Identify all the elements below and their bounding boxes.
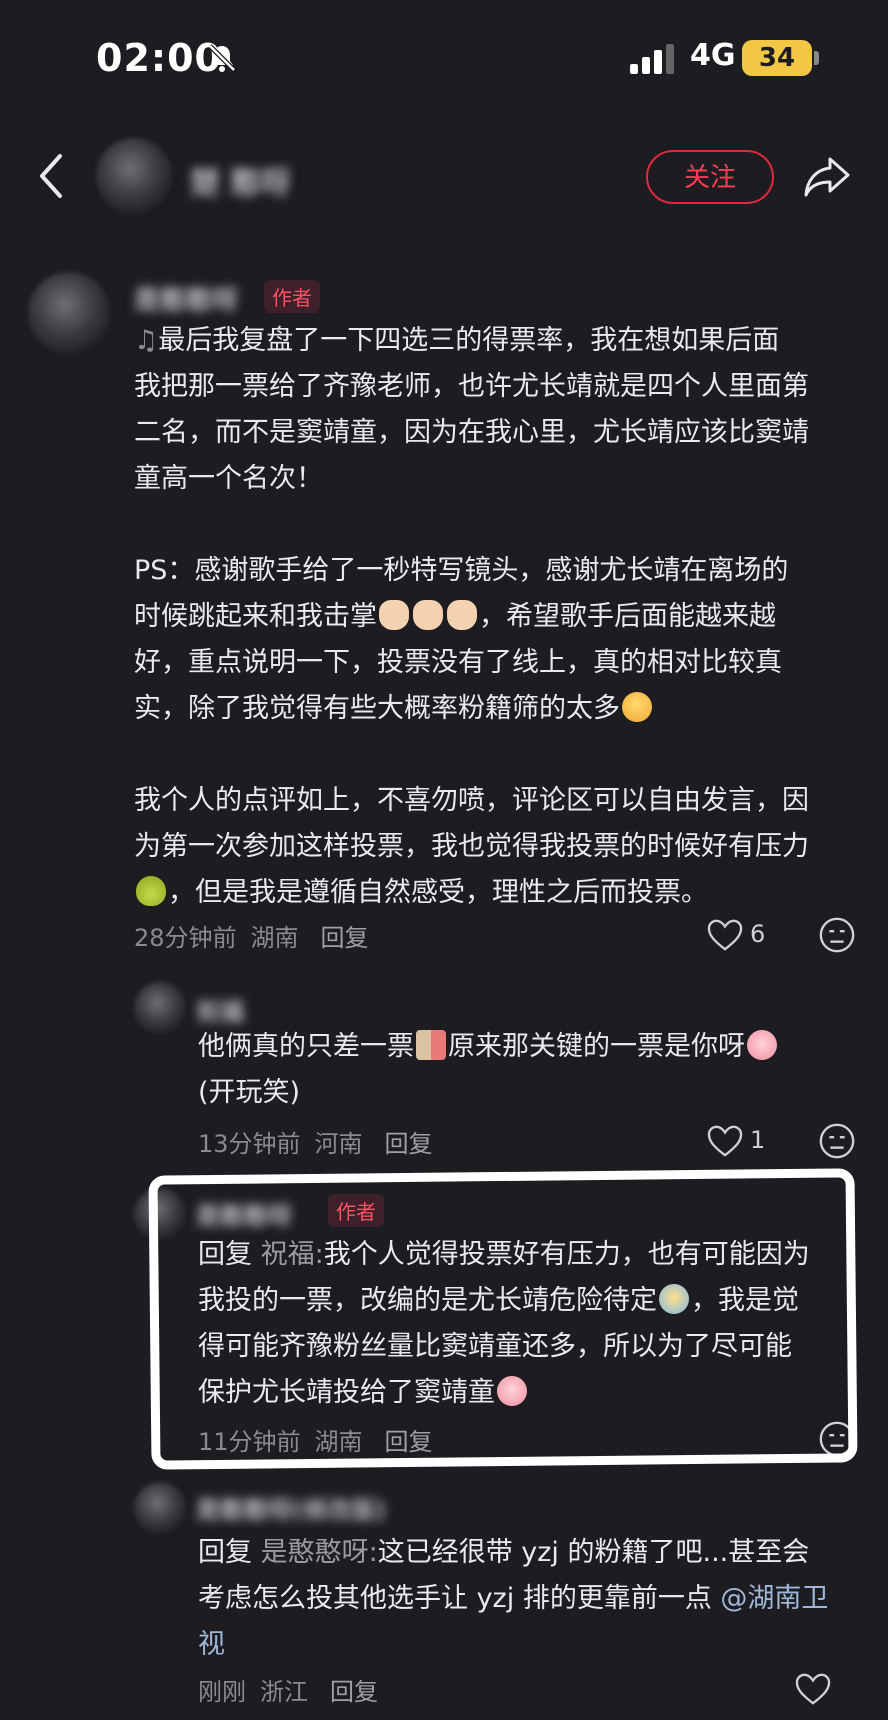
shy-face-emoji xyxy=(622,692,652,722)
status-time: 02:00 xyxy=(96,36,222,80)
meme-sticker-emoji xyxy=(416,1030,446,1060)
header-username[interactable]: 楚 憨呀 xyxy=(190,158,290,202)
crying-face-emoji xyxy=(747,1030,777,1060)
comment-username[interactable]: 是憨憨呀 xyxy=(134,280,238,317)
reply-link[interactable]: 回复 xyxy=(385,1130,433,1158)
header-avatar[interactable] xyxy=(96,138,172,214)
battery-tip xyxy=(814,51,819,65)
reply-meta: 13分钟前 河南 回复 xyxy=(198,1130,433,1158)
comment-body: ♫最后我复盘了一下四选三的得票率，我在想如果后面 我把那一票给了齐豫老师，也许尤… xyxy=(134,318,854,916)
reply-avatar[interactable] xyxy=(134,1482,186,1534)
author-badge: 作者 xyxy=(264,280,320,313)
heart-icon[interactable] xyxy=(706,1124,744,1158)
music-note-icon: ♫ xyxy=(134,325,159,356)
comment-paragraph: ♫最后我复盘了一下四选三的得票率，我在想如果后面 xyxy=(134,325,780,356)
reply-body: 他俩真的只差一票 原来那关键的一票是你呀 (开玩笑) xyxy=(198,1024,848,1116)
highlight-annotation xyxy=(148,1168,858,1470)
like-count: 1 xyxy=(750,1126,766,1154)
share-icon[interactable] xyxy=(802,155,852,199)
clap-hands-emoji xyxy=(377,600,479,632)
signal-icon xyxy=(630,44,674,74)
network-type: 4G xyxy=(690,38,736,73)
reply-meta: 刚刚 浙江 回复 xyxy=(198,1678,378,1706)
comment-meta: 28分钟前 湖南 回复 xyxy=(134,924,369,952)
heart-icon[interactable] xyxy=(706,918,744,952)
reply-to-user[interactable]: 是憨憨呀: xyxy=(261,1537,378,1568)
mention-link-continued[interactable]: 视 xyxy=(198,1622,858,1668)
reply-link[interactable]: 回复 xyxy=(330,1678,378,1706)
dislike-face-icon[interactable] xyxy=(818,1122,856,1160)
bell-slash-icon xyxy=(208,44,236,72)
reply-avatar[interactable] xyxy=(134,982,186,1034)
back-arrow-icon[interactable] xyxy=(36,152,66,200)
reply-body: 回复 是憨憨呀:这已经很带 yzj 的粉籍了吧...甚至会 考虑怎么投其他选手让… xyxy=(198,1530,858,1668)
heart-icon[interactable] xyxy=(794,1672,832,1706)
dislike-face-icon[interactable] xyxy=(818,916,856,954)
pear-emoji xyxy=(136,876,166,906)
reply-link[interactable]: 回复 xyxy=(321,924,369,952)
like-count: 6 xyxy=(750,920,766,948)
mention-link[interactable]: @湖南卫 xyxy=(720,1583,828,1614)
reply-username[interactable]: 是憨憨呀(修改版) xyxy=(196,1490,386,1525)
battery-indicator: 34 xyxy=(742,40,812,76)
comment-avatar[interactable] xyxy=(28,272,110,354)
reply-username[interactable]: 祝福 xyxy=(196,992,244,1027)
follow-button[interactable]: 关注 xyxy=(646,150,774,204)
